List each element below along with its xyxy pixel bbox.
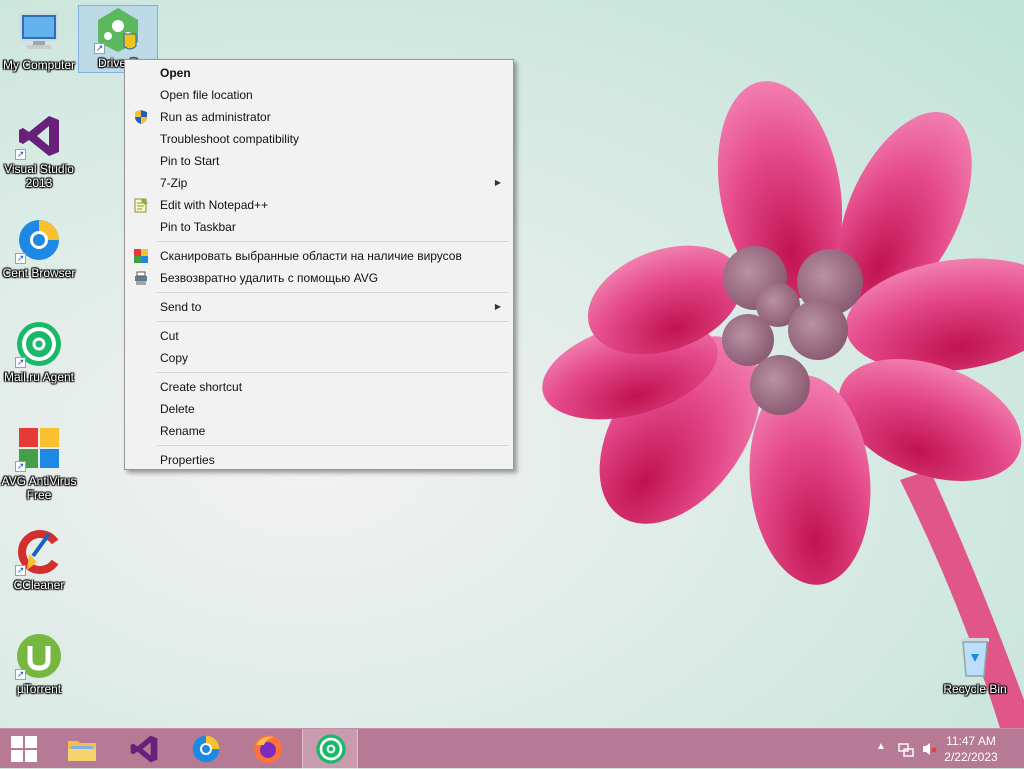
desktop-icon-utorrent[interactable]: ↗ µTorrent [0,632,78,696]
shortcut-arrow-icon: ↗ [15,149,26,160]
windows-logo-icon [11,736,37,762]
menu-separator [157,372,509,373]
shortcut-arrow-icon: ↗ [15,253,26,264]
desktop-icon-mailru-agent[interactable]: ↗ Mail.ru Agent [0,320,78,384]
taskbar-cent-browser[interactable] [178,729,234,769]
ccleaner-icon: ↗ [15,528,63,576]
desktop-icon-label: CCleaner [13,578,65,592]
desktop-icon-recycle-bin[interactable]: Recycle Bin [936,632,1014,696]
menu-item-delete[interactable]: Delete [127,398,511,420]
taskbar-visual-studio[interactable] [116,729,172,769]
avg-shredder-icon [135,271,147,285]
desktop-icon-avg-antivirus[interactable]: ↗ AVG AntiVirus Free [0,424,78,502]
menu-item-pin-to-start[interactable]: Pin to Start [127,150,511,172]
show-hidden-icons-button[interactable]: ▲ [876,741,886,752]
avg-scan-icon [134,249,148,263]
shortcut-arrow-icon: ↗ [15,565,26,576]
mailru-agent-icon [316,734,346,764]
submenu-arrow-icon: ▶ [494,178,501,187]
desktop-icon-my-computer[interactable]: My Computer [0,8,78,72]
menu-item-edit-with-notepad-plus-plus[interactable]: Edit with Notepad++ [127,194,511,216]
cent-browser-icon [192,735,220,763]
firefox-icon [254,735,282,763]
shortcut-arrow-icon: ↗ [15,461,26,472]
menu-separator [157,321,509,322]
uac-shield-icon [135,110,147,124]
visual-studio-icon: ↗ [15,112,63,160]
system-clock[interactable]: 11:47 AM 2/22/2023 [936,733,1006,765]
shortcut-arrow-icon: ↗ [15,669,26,680]
notepad-plus-plus-icon [134,198,148,213]
desktop-icon-label: Cent Browser [2,266,76,280]
desktop-icon-cent-browser[interactable]: ↗ Cent Browser [0,216,78,280]
desktop-icon-visual-studio[interactable]: ↗ Visual Studio 2013 [0,112,78,190]
utorrent-icon: ↗ [15,632,63,680]
menu-separator [157,292,509,293]
menu-item-avg-scan[interactable]: Сканировать выбранные области на наличие… [127,245,511,267]
recycle-bin-icon [951,632,999,680]
taskbar: ▲ 11:47 AM 2/22/2023 [0,728,1024,769]
taskbar-mailru-agent[interactable] [302,729,358,769]
context-menu: Open Open file location Run as administr… [124,59,514,470]
menu-item-pin-to-taskbar[interactable]: Pin to Taskbar [127,216,511,238]
desktop-icon-label: Visual Studio 2013 [4,162,74,190]
desktop-icon-label: AVG AntiVirus Free [1,474,77,502]
folder-icon [68,741,96,761]
submenu-arrow-icon: ▶ [494,302,501,311]
avg-icon: ↗ [15,424,63,472]
menu-item-copy[interactable]: Copy [127,347,511,369]
menu-item-run-as-administrator[interactable]: Run as administrator [127,106,511,128]
taskbar-file-explorer[interactable] [54,729,110,769]
desktop-icon-ccleaner[interactable]: ↗ CCleaner [0,528,78,592]
visual-studio-icon [130,735,158,763]
menu-item-open[interactable]: Open [127,62,511,84]
clock-time: 11:47 AM [946,734,996,748]
mailru-agent-icon: ↗ [15,320,63,368]
menu-item-open-file-location[interactable]: Open file location [127,84,511,106]
menu-item-properties[interactable]: Properties [127,449,511,471]
menu-separator [157,241,509,242]
desktop-icon-label: My Computer [2,58,76,72]
menu-item-rename[interactable]: Rename [127,420,511,442]
network-icon[interactable] [898,741,914,757]
menu-item-create-shortcut[interactable]: Create shortcut [127,376,511,398]
menu-item-troubleshoot-compatibility[interactable]: Troubleshoot compatibility [127,128,511,150]
menu-item-send-to[interactable]: Send to ▶ [127,296,511,318]
computer-icon [15,8,63,56]
clock-date: 2/22/2023 [944,750,998,764]
desktop-icon-label: µTorrent [16,682,62,696]
menu-separator [157,445,509,446]
menu-item-cut[interactable]: Cut [127,325,511,347]
menu-item-avg-shredder[interactable]: Безвозвратно удалить с помощью AVG [127,267,511,289]
desktop-icon-label: Mail.ru Agent [3,370,75,384]
driverpack-icon: ↗ [94,6,142,54]
cent-browser-icon: ↗ [15,216,63,264]
menu-item-7zip[interactable]: 7-Zip ▶ [127,172,511,194]
taskbar-firefox[interactable] [240,729,296,769]
shortcut-arrow-icon: ↗ [15,357,26,368]
start-button[interactable] [0,729,50,769]
desktop-icon-label: Recycle Bin [943,682,1007,696]
shortcut-arrow-icon: ↗ [94,43,105,54]
